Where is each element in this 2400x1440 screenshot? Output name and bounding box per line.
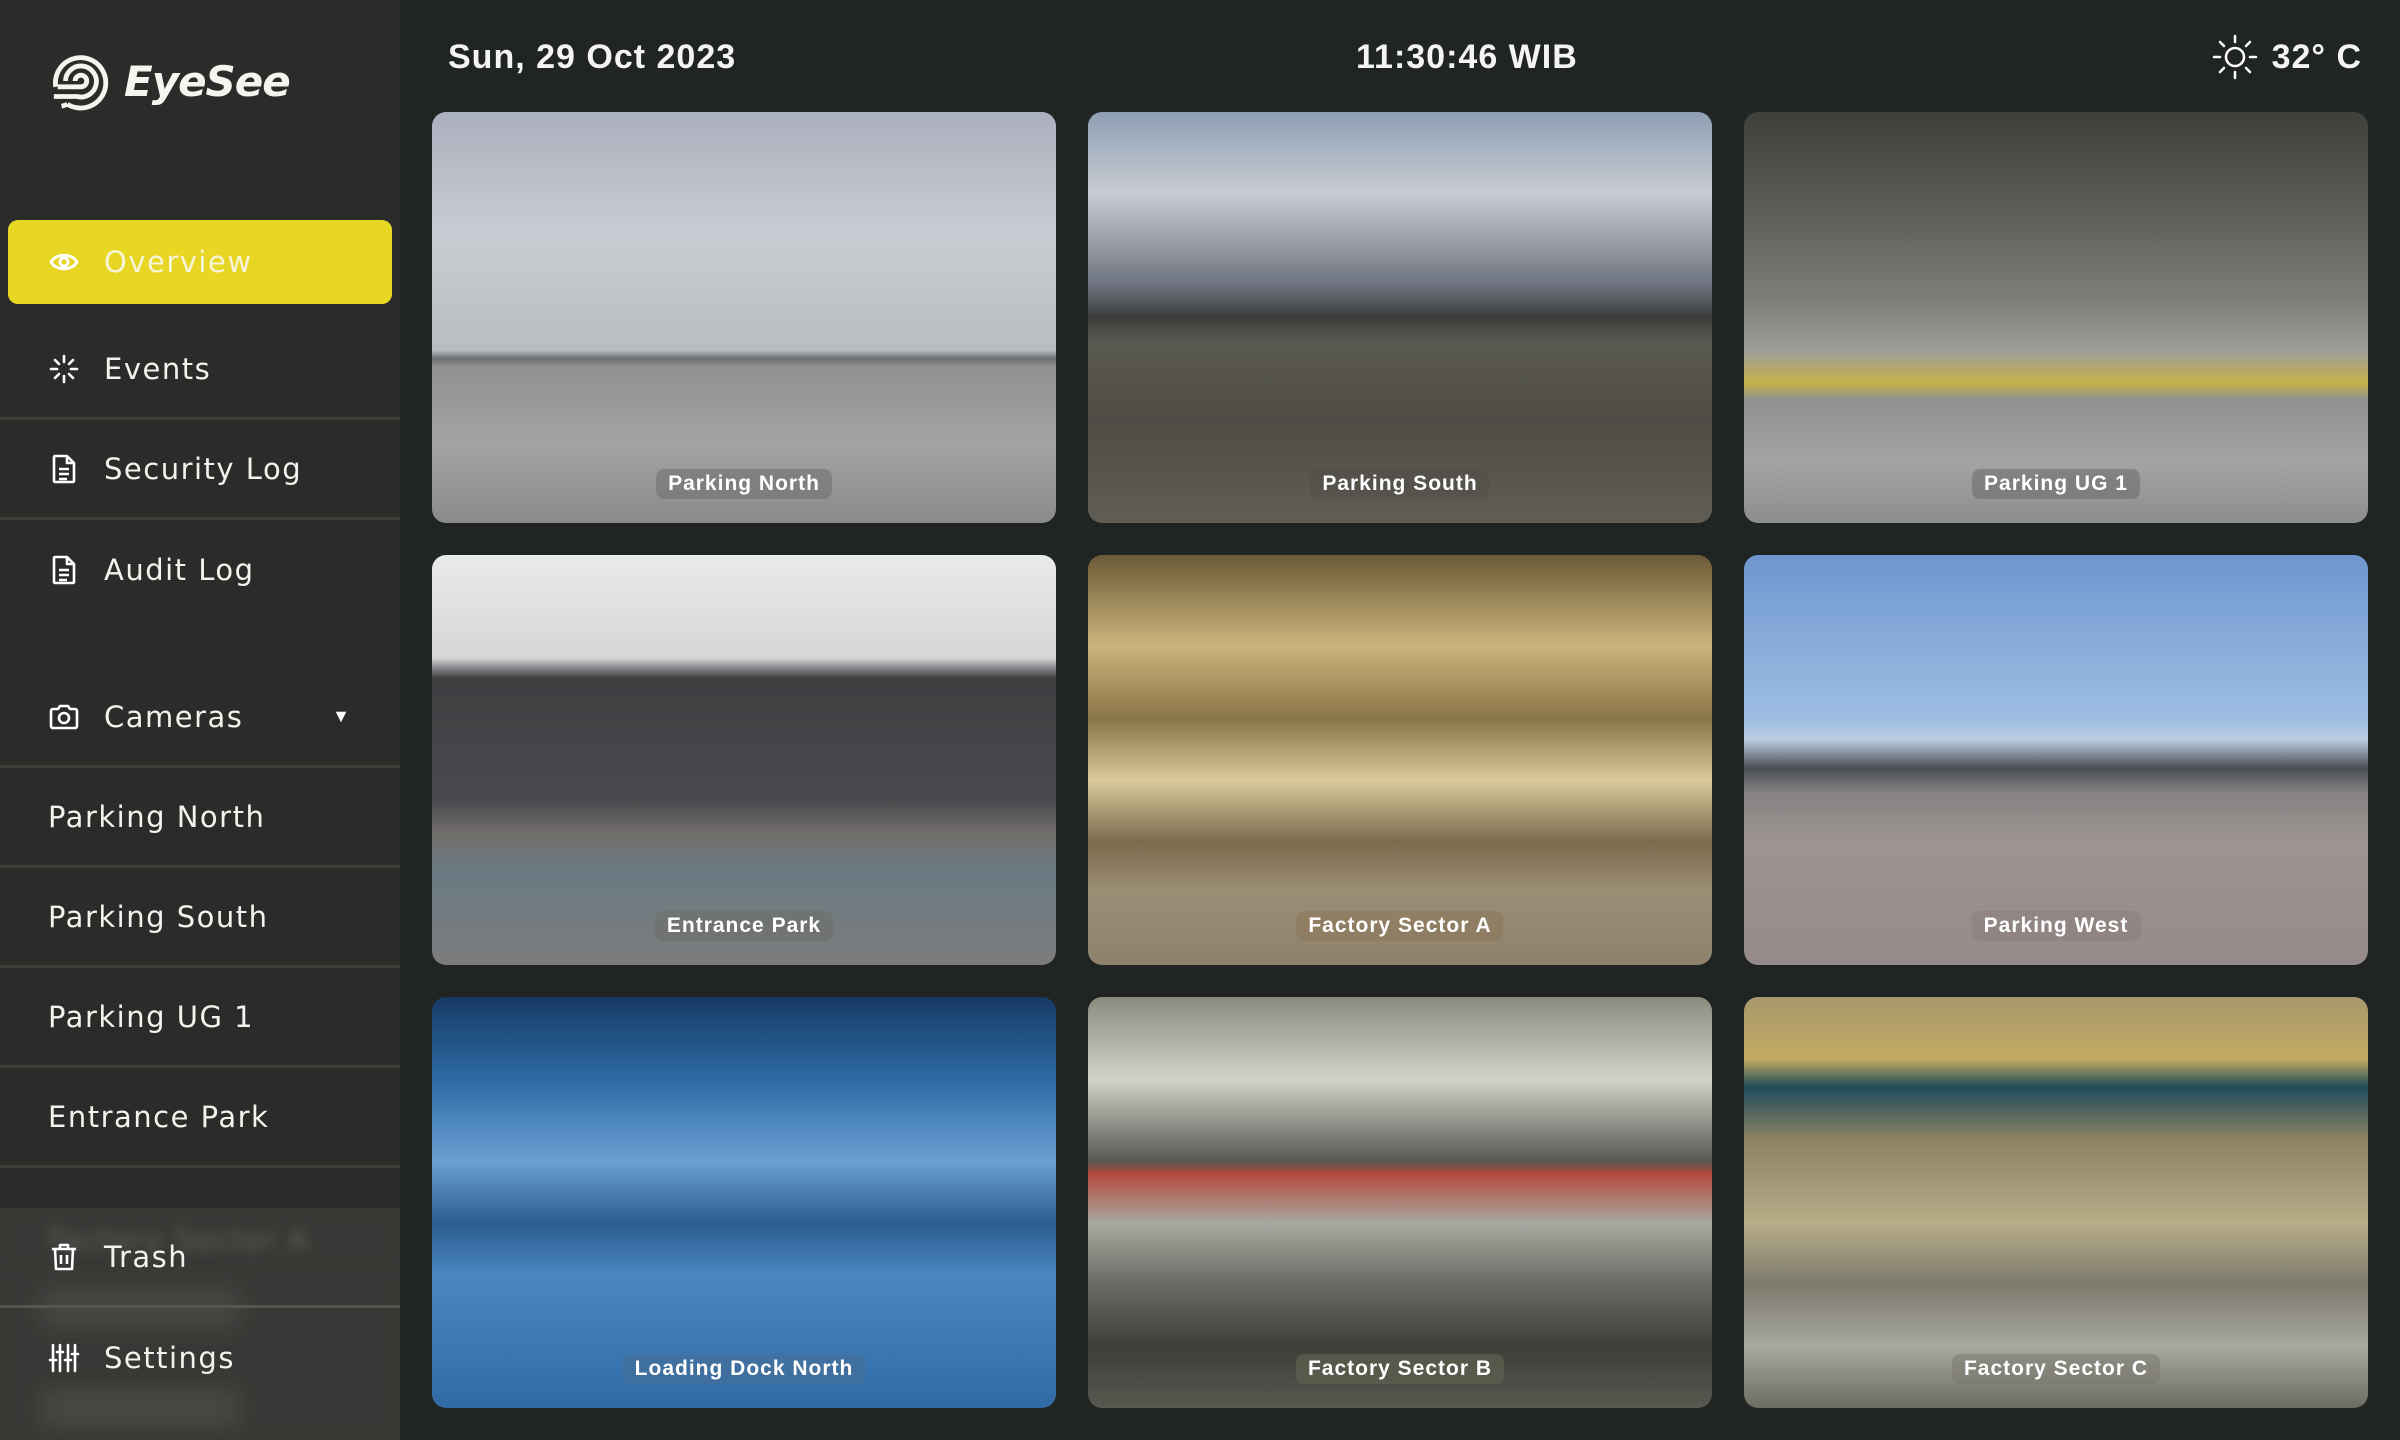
nav-item-trash[interactable]: Trash [0,1208,400,1308]
camera-tile-label: Loading Dock North [622,1353,866,1384]
current-time: 11:30:46 WIB [1356,37,1578,76]
eye-icon [48,246,80,278]
camera-tile-label: Factory Sector B [1295,1353,1505,1384]
trash-icon [48,1241,80,1273]
camera-tile[interactable]: Parking UG 1 [1744,112,2368,523]
document-icon [48,554,80,586]
camera-tile[interactable]: Parking West [1744,554,2368,966]
sidebar-bottom-panel: Trash Settings [0,1208,400,1440]
camera-tile-label: Factory Sector A [1296,911,1504,942]
sidebar: EyeSee Overview Events Security Log Audi… [0,0,400,1440]
nav-item-settings[interactable]: Settings [0,1308,400,1408]
nav-item-label: Audit Log [104,553,255,587]
camera-list-item-label: Parking South [48,899,269,934]
camera-feed [1088,112,1712,523]
nav-item-events[interactable]: Events [0,320,400,420]
nav-item-label: Trash [104,1239,189,1274]
camera-tile-label: Parking North [656,468,832,499]
camera-icon [48,701,80,733]
nav-item-overview[interactable]: Overview [8,220,392,304]
camera-tile[interactable]: Loading Dock North [432,997,1056,1408]
cameras-label: Cameras [104,699,244,734]
camera-feed [1088,554,1712,966]
eyesee-logo-icon [53,55,109,111]
nav-item-audit-log[interactable]: Audit Log [0,520,400,620]
camera-tile[interactable]: Factory Sector C [1744,997,2368,1408]
sun-icon [2212,34,2257,80]
camera-tile[interactable]: Parking South [1088,112,1712,523]
nav-item-label: Settings [104,1341,235,1375]
camera-list-item[interactable]: Parking North [0,768,400,868]
nav-item-label: Overview [104,245,253,279]
camera-list-item[interactable]: Parking South [0,868,400,968]
camera-feed [1088,997,1712,1408]
camera-feed [432,997,1056,1408]
nav-item-security-log[interactable]: Security Log [0,420,400,520]
camera-tile-label: Parking South [1310,468,1490,499]
nav-item-label: Events [104,351,212,386]
camera-tile-label: Parking West [1971,911,2141,942]
app-logo[interactable]: EyeSee [48,50,291,112]
camera-feed [432,554,1056,966]
temperature: 32° C [2271,37,2362,76]
camera-feed [1744,554,2368,966]
camera-tile-label: Parking UG 1 [1972,468,2140,499]
nav-item-label: Security Log [104,451,303,486]
camera-list-item-label: Parking UG 1 [48,999,255,1034]
camera-tile-label: Factory Sector C [1951,1353,2161,1384]
camera-tile[interactable]: Factory Sector A [1088,554,1712,966]
camera-tile[interactable]: Parking North [432,112,1056,523]
camera-list-item[interactable]: Parking UG 1 [0,968,400,1068]
camera-list-item-label: Entrance Park [48,1099,270,1134]
current-date: Sun, 29 Oct 2023 [448,37,737,76]
camera-grid: Parking North Parking South Parking UG 1… [432,112,2368,1408]
camera-tile-label: Entrance Park [654,911,834,942]
main-nav: Overview Events Security Log Audit Log C… [0,220,400,1268]
weather-widget: 32° C [2210,32,2362,82]
caret-down-icon: ▼ [332,706,350,726]
loader-sparkle-icon [48,353,80,385]
camera-tile[interactable]: Entrance Park [432,554,1056,966]
camera-list-item[interactable]: Entrance Park [0,1068,400,1168]
document-icon [48,453,80,485]
cameras-dropdown-toggle[interactable]: Cameras ▼ [0,668,400,768]
camera-feed [1744,997,2368,1408]
app-name: EyeSee [124,56,291,106]
camera-tile[interactable]: Factory Sector B [1088,997,1712,1408]
camera-feed [432,112,1056,523]
camera-list-item-label: Parking North [48,799,266,834]
sliders-icon [48,1342,80,1374]
camera-feed [1744,112,2368,523]
